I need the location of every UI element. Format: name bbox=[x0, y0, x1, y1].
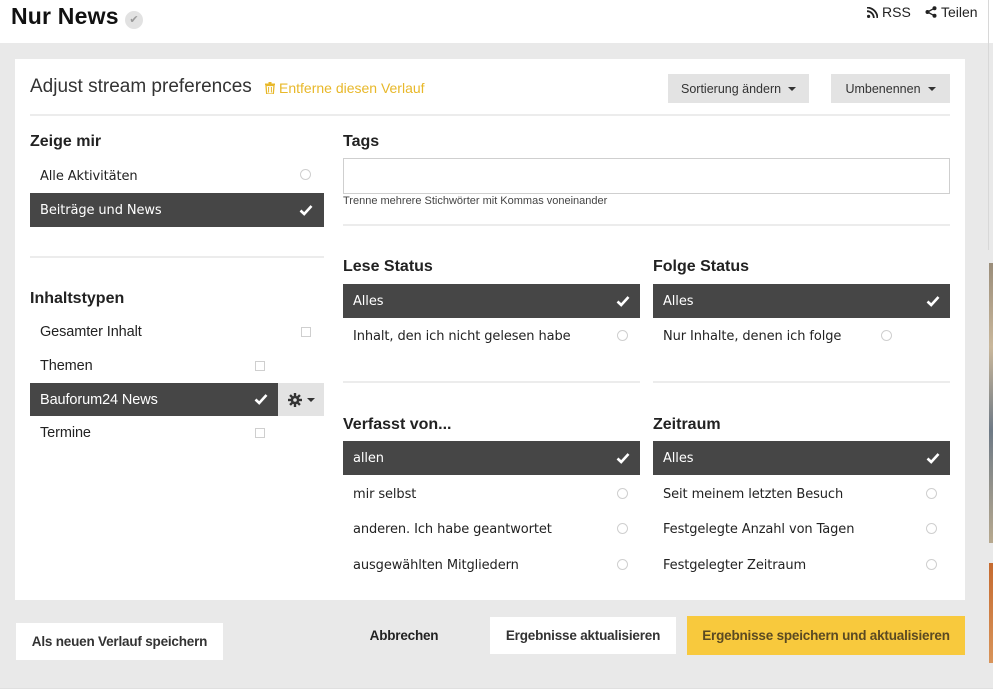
rss-link[interactable]: RSS bbox=[867, 4, 911, 20]
option-label: Alle Aktivitäten bbox=[40, 168, 138, 184]
share-link[interactable]: Teilen bbox=[925, 4, 978, 20]
caret-down-icon bbox=[927, 86, 936, 91]
author-option-all[interactable]: allen bbox=[343, 441, 640, 475]
rss-icon bbox=[867, 6, 878, 18]
caret-down-icon bbox=[788, 86, 797, 91]
divider bbox=[30, 114, 950, 116]
radio-icon bbox=[617, 523, 628, 534]
checkmark-icon bbox=[926, 453, 940, 464]
checkbox-icon bbox=[255, 428, 265, 438]
checkmark-icon bbox=[616, 453, 630, 464]
option-label: Alles bbox=[663, 450, 694, 466]
option-label: Inhalt, den ich nicht gelesen habe bbox=[353, 328, 571, 344]
checkmark-icon bbox=[254, 394, 268, 405]
option-label: Bauforum24 News bbox=[40, 391, 158, 408]
content-option-all[interactable]: Gesamter Inhalt bbox=[30, 315, 324, 349]
checkbox-icon bbox=[301, 327, 311, 337]
radio-icon bbox=[926, 559, 937, 570]
bottom-strip bbox=[0, 688, 993, 697]
top-bar: Nur News ✔ RSS Teilen bbox=[0, 0, 993, 43]
edge-divider bbox=[988, 0, 989, 250]
save-and-update-results-button[interactable]: Ergebnisse speichern und aktualisieren bbox=[687, 616, 965, 655]
author-option-replied[interactable]: anderen. Ich habe geantwortet bbox=[343, 512, 640, 546]
option-label: Festgelegter Zeitraum bbox=[663, 557, 807, 573]
share-label: Teilen bbox=[941, 4, 978, 20]
gear-icon bbox=[287, 392, 302, 407]
show-option-posts-news[interactable]: Beiträge und News bbox=[30, 193, 324, 227]
remove-stream-link[interactable]: Entferne diesen Verlauf bbox=[265, 80, 425, 96]
authored-by-heading: Verfasst von... bbox=[343, 416, 452, 433]
tags-heading: Tags bbox=[343, 133, 380, 150]
change-sort-button[interactable]: Sortierung ändern bbox=[668, 74, 810, 103]
author-option-selected-members[interactable]: ausgewählten Mitgliedern bbox=[343, 548, 640, 582]
tags-input[interactable] bbox=[343, 158, 950, 194]
page-title: Nur News bbox=[11, 3, 119, 29]
option-label: ausgewählten Mitgliedern bbox=[353, 557, 519, 573]
radio-icon bbox=[617, 559, 628, 570]
read-option-unread[interactable]: Inhalt, den ich nicht gelesen habe bbox=[343, 319, 640, 353]
radio-icon bbox=[617, 330, 628, 341]
option-label: Gesamter Inhalt bbox=[40, 324, 142, 340]
follow-status-heading: Folge Status bbox=[653, 258, 750, 275]
edge-image-strip bbox=[989, 563, 993, 663]
checkmark-icon bbox=[926, 296, 940, 307]
show-option-all-activities[interactable]: Alle Aktivitäten bbox=[30, 159, 324, 193]
radio-icon bbox=[926, 523, 937, 534]
option-label: Nur Inhalte, denen ich folge bbox=[663, 328, 842, 344]
content-types-heading: Inhaltstypen bbox=[30, 290, 125, 307]
radio-icon bbox=[926, 488, 937, 499]
option-label: Termine bbox=[40, 425, 91, 441]
tags-help-text: Trenne mehrere Stichwörter mit Kommas vo… bbox=[343, 195, 608, 207]
radio-icon bbox=[617, 488, 628, 499]
option-label: Seit meinem letzten Besuch bbox=[663, 486, 844, 502]
divider bbox=[30, 256, 324, 258]
divider bbox=[343, 381, 640, 383]
share-icon bbox=[925, 6, 937, 18]
time-option-date-range[interactable]: Festgelegter Zeitraum bbox=[653, 548, 950, 582]
divider bbox=[653, 381, 950, 383]
radio-icon bbox=[881, 330, 892, 341]
read-option-all[interactable]: Alles bbox=[343, 284, 640, 318]
content-settings-button[interactable] bbox=[278, 383, 324, 416]
time-option-number-of-days[interactable]: Festgelegte Anzahl von Tagen bbox=[653, 512, 950, 546]
option-label: Themen bbox=[40, 358, 93, 374]
edge-image-strip bbox=[989, 263, 993, 543]
time-option-since-last-visit[interactable]: Seit meinem letzten Besuch bbox=[653, 477, 950, 511]
radio-icon bbox=[300, 169, 311, 180]
option-label: Festgelegte Anzahl von Tagen bbox=[663, 521, 855, 537]
show-me-heading: Zeige mir bbox=[30, 133, 102, 150]
time-option-all[interactable]: Alles bbox=[653, 441, 950, 475]
author-option-me[interactable]: mir selbst bbox=[343, 477, 640, 511]
panel-title: Adjust stream preferences bbox=[30, 76, 252, 97]
option-label: Beiträge und News bbox=[40, 202, 162, 218]
update-results-button[interactable]: Ergebnisse aktualisieren bbox=[490, 617, 676, 654]
content-option-events[interactable]: Termine bbox=[30, 416, 278, 450]
save-as-new-stream-button[interactable]: Als neuen Verlauf speichern bbox=[16, 623, 223, 660]
follow-option-all[interactable]: Alles bbox=[653, 284, 950, 318]
checkmark-icon bbox=[299, 205, 313, 216]
rename-button[interactable]: Umbenennen bbox=[831, 74, 950, 103]
cancel-button[interactable]: Abbrechen bbox=[360, 617, 448, 654]
stream-preferences-panel: Adjust stream preferences Entferne diese… bbox=[15, 59, 965, 600]
option-label: allen bbox=[353, 450, 384, 466]
rss-label: RSS bbox=[882, 4, 911, 20]
remove-stream-label: Entferne diesen Verlauf bbox=[279, 80, 425, 96]
time-range-heading: Zeitraum bbox=[653, 416, 721, 433]
divider bbox=[343, 224, 950, 226]
checkmark-icon bbox=[616, 296, 630, 307]
option-label: mir selbst bbox=[353, 486, 417, 502]
follow-option-followed[interactable]: Nur Inhalte, denen ich folge bbox=[653, 319, 950, 353]
checkbox-icon bbox=[255, 361, 265, 371]
read-status-heading: Lese Status bbox=[343, 258, 433, 275]
change-sort-label: Sortierung ändern bbox=[681, 81, 782, 96]
caret-down-icon bbox=[306, 397, 315, 402]
trash-icon bbox=[265, 82, 275, 94]
content-option-topics[interactable]: Themen bbox=[30, 349, 278, 383]
check-circle-icon: ✔ bbox=[125, 11, 143, 29]
option-label: Alles bbox=[353, 293, 384, 309]
option-label: anderen. Ich habe geantwortet bbox=[353, 521, 552, 537]
rename-label: Umbenennen bbox=[845, 81, 921, 96]
option-label: Alles bbox=[663, 293, 694, 309]
content-option-bauforum-news[interactable]: Bauforum24 News bbox=[30, 383, 278, 416]
